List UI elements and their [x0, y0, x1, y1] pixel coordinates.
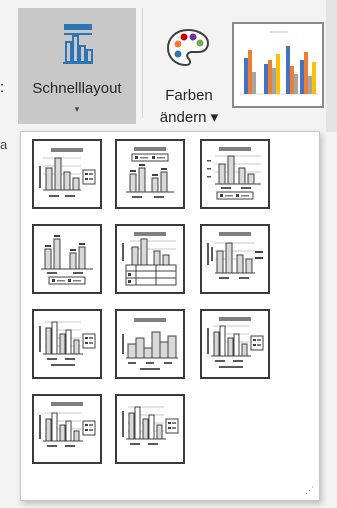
layout-3-tile[interactable] [200, 139, 270, 209]
change-colors-label: Farben [165, 87, 213, 104]
quick-layout-button[interactable]: Schnelllayout ▾ [18, 8, 136, 124]
chart-style-thumbnail[interactable] [232, 22, 324, 108]
quick-layout-label: Schnelllayout [32, 80, 122, 97]
layout-8-tile[interactable] [115, 309, 185, 379]
layout-11-tile[interactable] [115, 394, 185, 464]
ribbon-separator [142, 8, 143, 118]
layout-1-tile[interactable] [32, 139, 102, 209]
change-colors-button[interactable]: Farben ändern ▾ [150, 8, 228, 126]
layout-5-tile[interactable] [115, 224, 185, 294]
quick-layout-gallery: ⋰ [20, 131, 320, 501]
palette-icon [166, 28, 210, 73]
resize-grip-icon[interactable]: ⋰ [305, 485, 315, 496]
layout-6-tile[interactable] [200, 224, 270, 294]
layout-2-tile[interactable] [115, 139, 185, 209]
ribbon-truncated-label-2: a [0, 137, 8, 152]
chevron-down-icon: ▾ [74, 104, 80, 114]
layout-9-tile[interactable] [200, 309, 270, 379]
layout-10-tile[interactable] [32, 394, 102, 464]
layout-4-tile[interactable] [32, 224, 102, 294]
ribbon-truncated-label: : [0, 79, 5, 96]
layout-7-tile[interactable] [32, 309, 102, 379]
gallery-scrollbar[interactable] [326, 0, 337, 132]
ribbon: : Schnelllayout ▾ Farben ändern ▾ [0, 0, 337, 132]
change-colors-label-2: ändern ▾ [159, 109, 219, 126]
quick-layout-icon [62, 22, 94, 71]
